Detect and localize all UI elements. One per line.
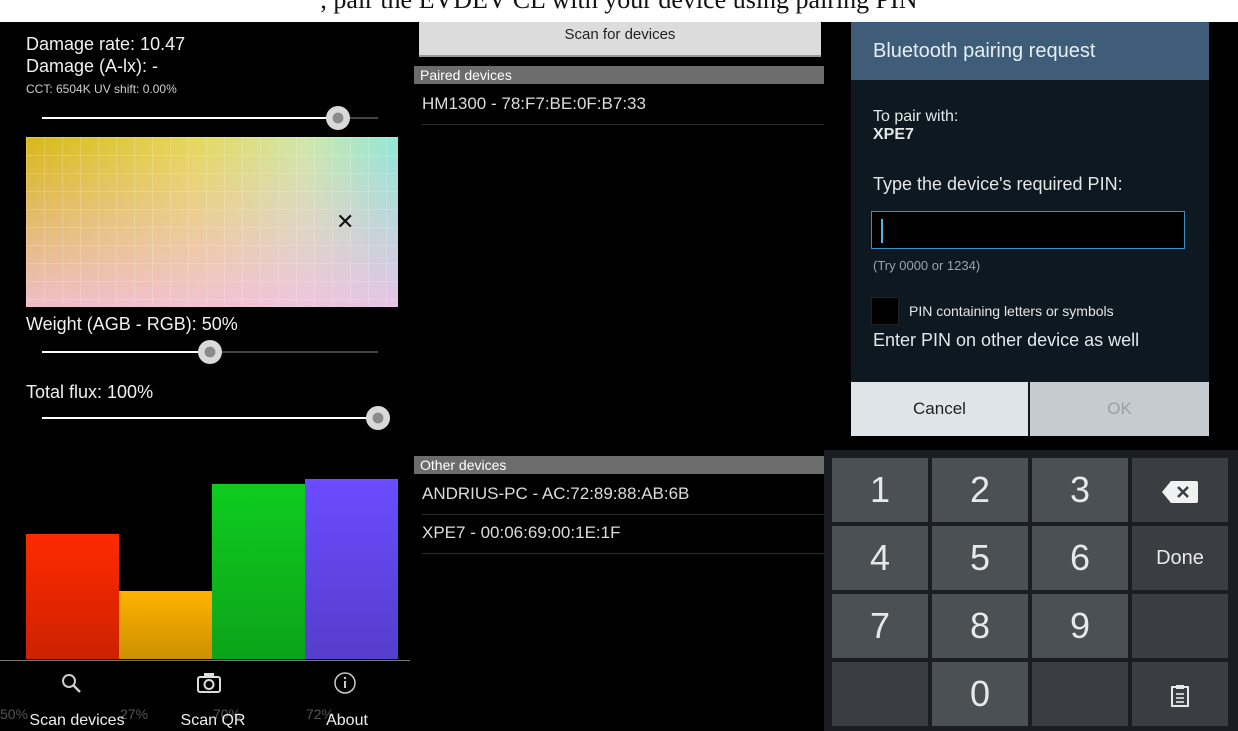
bottom-nav: 50% 27% 70% 72% Scan devices Scan QR Abo… — [0, 660, 410, 731]
device-name: XPE7 — [873, 126, 914, 143]
other-device-note: Enter PIN on other device as well — [873, 330, 1140, 350]
key-7[interactable]: 7 — [832, 594, 928, 658]
paired-device-row[interactable]: HM1300 - 78:F7:BE:0F:B7:33 — [422, 86, 824, 125]
dialog-title: Bluetooth pairing request — [851, 22, 1209, 80]
weight-slider[interactable] — [42, 340, 378, 364]
slider-thumb[interactable] — [366, 406, 390, 430]
other-devices-header: Other devices — [414, 456, 824, 474]
key-6[interactable]: 6 — [1032, 526, 1128, 590]
pairing-dialog: Bluetooth pairing request To pair with: … — [851, 22, 1209, 436]
numeric-keypad: 1 2 3 4 5 6 Done 7 8 9 0 — [824, 450, 1238, 731]
key-3[interactable]: 3 — [1032, 458, 1128, 522]
nav-scan-devices[interactable]: Scan devices — [12, 712, 142, 730]
search-icon[interactable] — [12, 671, 130, 699]
key-9[interactable]: 9 — [1032, 594, 1128, 658]
letters-symbols-checkbox[interactable] — [871, 297, 899, 325]
channel-bar-blue — [305, 479, 398, 659]
done-key[interactable]: Done — [1132, 526, 1228, 590]
key-4[interactable]: 4 — [832, 526, 928, 590]
camera-icon[interactable] — [150, 671, 268, 699]
info-icon[interactable] — [286, 671, 404, 699]
channel-bar-amber — [119, 591, 212, 659]
cancel-button[interactable]: Cancel — [851, 382, 1028, 436]
cct-readout: CCT: 6504K UV shift: 0.00% — [26, 82, 177, 96]
other-device-row[interactable]: XPE7 - 00:06:69:00:1E:1F — [422, 515, 824, 554]
weight-label: Weight (AGB - RGB): 50% — [26, 314, 238, 334]
key-1[interactable]: 1 — [832, 458, 928, 522]
blank-key — [832, 662, 928, 726]
slider-fill — [42, 417, 378, 419]
cct-slider[interactable] — [42, 106, 378, 130]
flux-slider[interactable] — [42, 406, 390, 430]
crosshair-move-icon[interactable]: ✕ — [336, 211, 354, 233]
pin-input[interactable] — [871, 211, 1185, 249]
text-caret — [881, 219, 883, 243]
channel-bar-red — [26, 534, 119, 659]
channel-bar-green — [212, 484, 305, 659]
key-5[interactable]: 5 — [932, 526, 1028, 590]
light-control-panel: Damage rate: 10.47 Damage (A-lx): - CCT:… — [0, 22, 410, 731]
checkbox-label: PIN containing letters or symbols — [909, 303, 1114, 319]
pairing-panel: Bluetooth pairing request To pair with: … — [824, 22, 1238, 731]
backspace-icon[interactable] — [1132, 458, 1228, 522]
blank-key — [1132, 594, 1228, 658]
slider-thumb[interactable] — [325, 106, 350, 130]
paired-devices-header: Paired devices — [414, 66, 824, 84]
pair-with-label: To pair with: — [873, 108, 959, 125]
slider-fill — [42, 117, 338, 119]
ok-button[interactable]: OK — [1030, 382, 1209, 436]
slider-thumb[interactable] — [198, 340, 222, 364]
color-gamut-picker[interactable]: ✕ — [26, 137, 398, 307]
nav-about[interactable]: About — [282, 712, 410, 730]
pin-hint: (Try 0000 or 1234) — [873, 258, 981, 273]
scan-for-devices-button[interactable]: Scan for devices — [419, 22, 821, 57]
blank-key — [1032, 662, 1128, 726]
flux-label: Total flux: 100% — [26, 382, 154, 402]
slider-fill — [42, 351, 210, 353]
pin-prompt: Type the device's required PIN: — [873, 174, 1123, 194]
damage-alx: Damage (A-lx): - — [26, 56, 159, 76]
device-list-panel: Scan for devices Paired devices HM1300 -… — [410, 22, 824, 731]
nav-scan-qr[interactable]: Scan QR — [148, 712, 278, 730]
clipboard-icon[interactable] — [1132, 662, 1228, 726]
key-8[interactable]: 8 — [932, 594, 1028, 658]
top-caption: , pair the EVDEV CL with your device usi… — [0, 0, 1238, 22]
key-2[interactable]: 2 — [932, 458, 1028, 522]
key-0[interactable]: 0 — [932, 662, 1028, 726]
damage-rate: Damage rate: 10.47 — [26, 34, 186, 54]
other-device-row[interactable]: ANDRIUS-PC - AC:72:89:88:AB:6B — [422, 476, 824, 515]
